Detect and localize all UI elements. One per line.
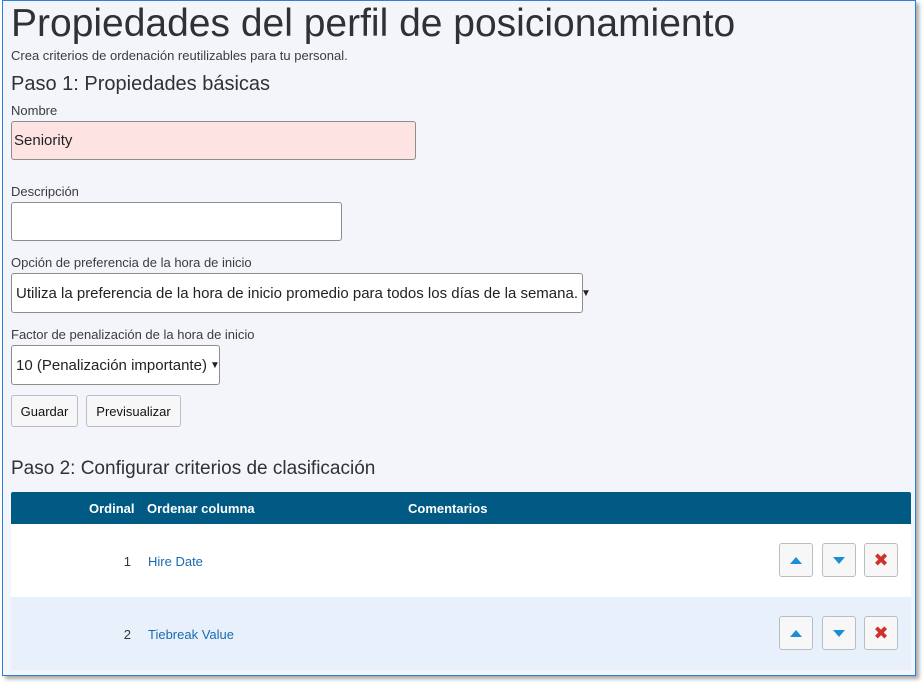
- move-up-button[interactable]: [779, 543, 813, 577]
- sort-column-link[interactable]: Hire Date: [148, 554, 203, 569]
- column-header-ordinal[interactable]: Ordinal: [89, 501, 135, 516]
- start-preference-label: Opción de preferencia de la hora de inic…: [11, 255, 252, 270]
- delete-button[interactable]: ✖: [864, 543, 898, 577]
- page-subtitle: Crea criterios de ordenación reutilizabl…: [11, 48, 348, 63]
- x-icon: ✖: [873, 623, 889, 643]
- save-button[interactable]: Guardar: [11, 395, 78, 427]
- penalty-factor-select[interactable]: 10 (Penalización importante) ▼: [11, 345, 220, 385]
- page-title: Propiedades del perfil de posicionamient…: [11, 2, 736, 45]
- page-frame: Propiedades del perfil de posicionamient…: [2, 0, 916, 676]
- step2-heading: Paso 2: Configurar criterios de clasific…: [11, 458, 376, 479]
- x-icon: ✖: [873, 550, 889, 570]
- chevron-down-icon: ▼: [209, 359, 220, 371]
- triangle-up-icon: [790, 556, 802, 564]
- description-field[interactable]: [11, 202, 342, 241]
- triangle-down-icon: [833, 629, 845, 637]
- table-row: 2 Tiebreak Value ✖: [11, 597, 911, 670]
- sort-column-link[interactable]: Tiebreak Value: [148, 627, 234, 642]
- criteria-table: Ordinal Ordenar columna Comentarios 1 Hi…: [11, 492, 911, 670]
- ordinal-cell: 2: [123, 627, 131, 642]
- description-label: Descripción: [11, 184, 79, 199]
- triangle-up-icon: [790, 629, 802, 637]
- start-preference-value: Utiliza la preferencia de la hora de ini…: [16, 284, 578, 302]
- move-down-button[interactable]: [822, 543, 856, 577]
- name-label: Nombre: [11, 103, 58, 118]
- ordinal-cell: 1: [123, 554, 131, 569]
- penalty-factor-label: Factor de penalización de la hora de ini…: [11, 327, 255, 342]
- triangle-down-icon: [833, 556, 845, 564]
- step1-heading: Paso 1: Propiedades básicas: [11, 73, 271, 95]
- column-header-sort-column[interactable]: Ordenar columna: [147, 501, 255, 516]
- name-field[interactable]: [11, 121, 416, 160]
- column-header-comments[interactable]: Comentarios: [408, 501, 487, 516]
- chevron-down-icon: ▼: [581, 287, 591, 299]
- preview-button[interactable]: Previsualizar: [86, 395, 181, 427]
- table-row: 1 Hire Date ✖: [11, 524, 911, 597]
- delete-button[interactable]: ✖: [864, 616, 898, 650]
- move-up-button[interactable]: [779, 616, 813, 650]
- start-preference-select[interactable]: Utiliza la preferencia de la hora de ini…: [11, 273, 591, 313]
- penalty-factor-value: 10 (Penalización importante): [16, 356, 207, 374]
- move-down-button[interactable]: [822, 616, 856, 650]
- table-header: Ordinal Ordenar columna Comentarios: [11, 492, 911, 524]
